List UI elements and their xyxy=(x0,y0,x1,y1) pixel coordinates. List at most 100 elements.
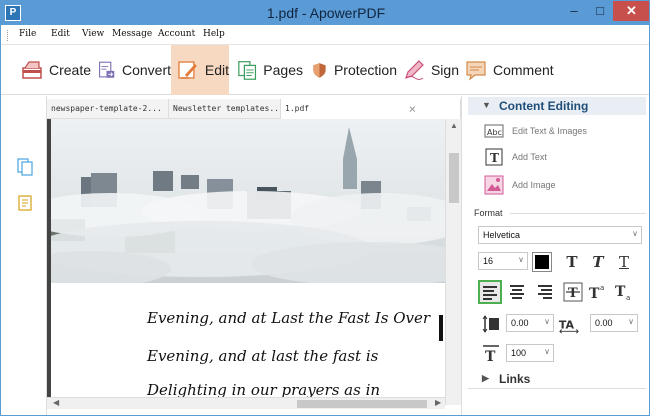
font-color-picker[interactable] xyxy=(532,252,552,272)
content-editing-label: Content Editing xyxy=(499,99,589,113)
strikethrough-icon[interactable]: T xyxy=(562,282,584,302)
text-scale-select[interactable]: 100 ∨ xyxy=(506,344,554,362)
font-size-value: 16 xyxy=(483,256,494,266)
add-text-button[interactable]: T Add Text xyxy=(484,146,547,168)
page-edge xyxy=(47,119,51,405)
document-canvas[interactable]: Evening, and at Last the Fast Is Over Ev… xyxy=(47,119,445,405)
convert-icon xyxy=(99,61,115,78)
text-scale-icon: T xyxy=(483,345,499,364)
title-bar: P 1.pdf - ApowerPDF – □ ✕ xyxy=(1,1,649,25)
horizontal-scroll-thumb[interactable] xyxy=(297,400,427,408)
create-label: Create xyxy=(48,62,91,78)
scroll-up-icon[interactable]: ▲ xyxy=(450,121,458,130)
thumbnails-icon[interactable] xyxy=(17,158,33,176)
menu-file[interactable]: File xyxy=(19,29,36,39)
tab-1-pdf[interactable]: 1.pdf × xyxy=(281,99,461,119)
chevron-down-icon: ∨ xyxy=(632,229,638,238)
scroll-left-icon[interactable]: ◀ xyxy=(53,398,59,407)
text-scale-value: 100 xyxy=(511,348,527,358)
menu-edit[interactable]: Edit xyxy=(51,29,70,39)
create-button[interactable]: Create xyxy=(15,45,91,95)
links-label: Links xyxy=(499,372,531,386)
menu-bar: File Edit View Message Account Help xyxy=(1,25,649,45)
vertical-scroll-thumb[interactable] xyxy=(449,153,459,203)
edit-icon xyxy=(178,61,197,79)
svg-text:T: T xyxy=(485,349,496,364)
character-spacing-icon: TA xyxy=(559,319,579,334)
subscript-icon[interactable]: T a xyxy=(614,282,636,302)
add-image-button[interactable]: Add Image xyxy=(484,174,556,196)
svg-text:T: T xyxy=(589,286,600,302)
expand-arrow-icon: ▶ xyxy=(482,373,489,383)
font-size-select[interactable]: 16 ∨ xyxy=(478,252,528,270)
minimize-button[interactable]: – xyxy=(561,1,587,21)
edit-text-icon: Abc xyxy=(484,124,504,138)
protection-label: Protection xyxy=(333,62,397,78)
right-panel: ▼ Content Editing Abc Edit Text & Images… xyxy=(461,96,649,415)
shield-icon xyxy=(313,63,326,78)
edit-label: Edit xyxy=(204,62,229,78)
close-window-button[interactable]: ✕ xyxy=(613,1,649,21)
chevron-down-icon: ∨ xyxy=(544,347,550,356)
line-spacing-value: 0.00 xyxy=(511,318,529,328)
sign-button[interactable]: Sign xyxy=(397,45,459,95)
pages-icon xyxy=(238,61,257,80)
tab-1-pdf-label: 1.pdf xyxy=(285,104,310,113)
format-label: Format xyxy=(474,208,503,218)
protection-button[interactable]: Protection xyxy=(305,45,397,95)
bookmark-icon[interactable] xyxy=(17,194,33,212)
sign-label: Sign xyxy=(430,62,459,78)
tab-newsletter-templates[interactable]: Newsletter templates... xyxy=(169,99,281,119)
italic-button[interactable]: T xyxy=(588,252,608,272)
edit-button[interactable]: Edit xyxy=(171,45,229,95)
image-icon xyxy=(484,175,504,195)
align-center-icon[interactable] xyxy=(506,282,528,302)
collapse-arrow-icon: ▼ xyxy=(482,100,491,110)
create-icon xyxy=(22,61,42,79)
menu-account[interactable]: Account xyxy=(158,29,195,39)
format-divider xyxy=(510,213,646,214)
font-family-value: Helvetica xyxy=(483,230,521,240)
doc-line-2[interactable]: Evening, and at last the fast is xyxy=(147,347,378,365)
city-fog-image xyxy=(51,119,445,283)
panel-divider xyxy=(468,388,646,389)
doc-line-1[interactable]: Evening, and at Last the Fast Is Over xyxy=(147,309,430,327)
chevron-down-icon: ∨ xyxy=(628,317,634,326)
tab-close-icon[interactable]: × xyxy=(409,102,416,116)
font-family-select[interactable]: Helvetica ∨ xyxy=(478,226,642,244)
app-window: P 1.pdf - ApowerPDF – □ ✕ File Edit View… xyxy=(0,0,650,416)
edit-text-images-label: Edit Text & Images xyxy=(512,126,587,136)
edit-text-images-button[interactable]: Abc Edit Text & Images xyxy=(484,120,587,142)
align-right-icon[interactable] xyxy=(534,282,556,302)
character-spacing-select[interactable]: 0.00 ∨ xyxy=(590,314,638,332)
pages-label: Pages xyxy=(263,62,303,78)
text-cursor xyxy=(439,315,443,341)
comment-button[interactable]: Comment xyxy=(459,45,559,95)
scroll-right-icon[interactable]: ▶ xyxy=(435,398,441,407)
bold-button[interactable]: T xyxy=(562,252,582,272)
svg-text:T: T xyxy=(490,151,499,165)
menu-grip-icon xyxy=(7,30,10,41)
menu-view[interactable]: View xyxy=(82,29,104,39)
links-header[interactable]: ▶ Links xyxy=(468,370,646,388)
menu-message[interactable]: Message xyxy=(112,29,152,39)
text-icon: T xyxy=(485,148,503,166)
document-tabs: newspaper-template-2... Newsletter templ… xyxy=(47,99,461,119)
pages-button[interactable]: Pages xyxy=(231,45,303,95)
menu-help[interactable]: Help xyxy=(203,29,225,39)
horizontal-scrollbar[interactable]: ◀ ▶ xyxy=(47,397,445,409)
content-editing-header[interactable]: ▼ Content Editing xyxy=(468,97,646,115)
svg-text:a: a xyxy=(626,294,630,302)
window-title: 1.pdf - ApowerPDF xyxy=(266,5,386,21)
chevron-down-icon: ∨ xyxy=(544,317,550,326)
left-sidebar xyxy=(1,96,47,415)
vertical-scrollbar[interactable]: ▲ xyxy=(445,119,461,405)
align-left-icon[interactable] xyxy=(478,280,502,304)
convert-button[interactable]: Convert xyxy=(91,45,171,95)
add-image-label: Add Image xyxy=(512,180,556,190)
tab-newspaper-template[interactable]: newspaper-template-2... xyxy=(47,99,169,119)
maximize-button[interactable]: □ xyxy=(587,1,613,21)
superscript-icon[interactable]: T a xyxy=(588,282,610,302)
underline-button[interactable]: T xyxy=(614,252,634,272)
line-spacing-select[interactable]: 0.00 ∨ xyxy=(506,314,554,332)
